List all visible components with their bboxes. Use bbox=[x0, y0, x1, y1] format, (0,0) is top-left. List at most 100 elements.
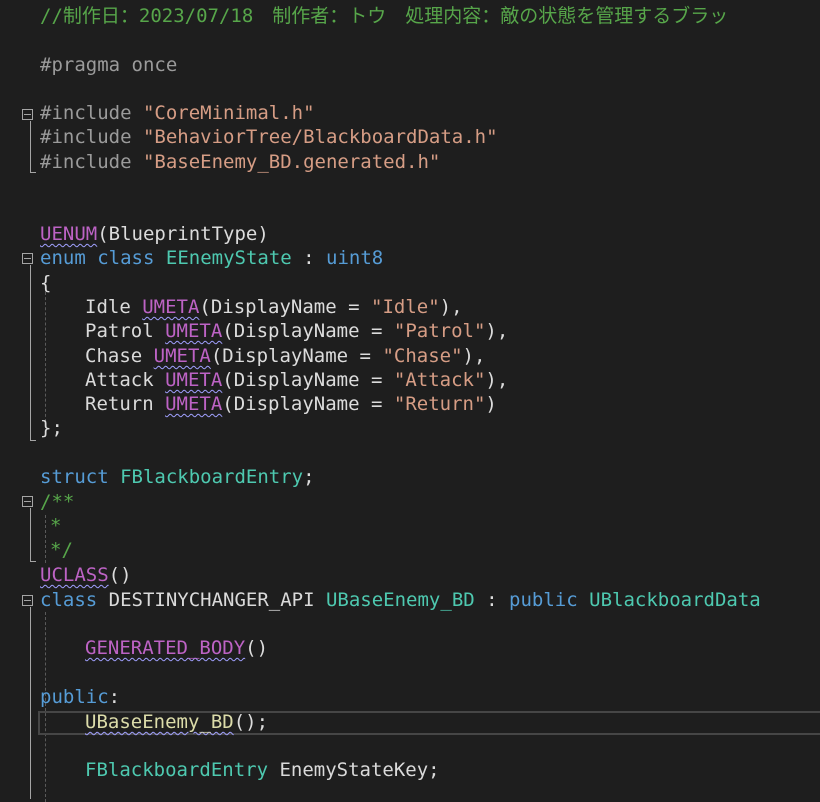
include-directive: #include bbox=[40, 151, 143, 173]
outline-bracket-end bbox=[30, 561, 36, 562]
macro-args: (DisplayName = bbox=[222, 393, 394, 415]
macro-name: UMETA bbox=[165, 393, 223, 415]
code-line-5: #include "CoreMinimal.h" bbox=[40, 101, 315, 125]
include-path: "BehaviorTree/BlackboardData.h" bbox=[142, 126, 498, 148]
enum-value: Chase bbox=[85, 345, 154, 367]
punctuation: ), bbox=[485, 369, 509, 391]
macro-name: GENERATED_BODY bbox=[85, 637, 246, 659]
class-name: UBaseEnemy_BD bbox=[325, 589, 475, 611]
collapse-comment-block-icon[interactable] bbox=[22, 496, 33, 507]
code-line-23: */ bbox=[40, 538, 73, 562]
include-path: "BaseEnemy_BD.generated.h" bbox=[142, 151, 441, 173]
macro-args: (DisplayName = bbox=[199, 296, 371, 318]
macro-args: (DisplayName = bbox=[222, 369, 394, 391]
outline-bracket-end bbox=[30, 172, 36, 173]
code-line-25: class DESTINYCHANGER_API UBaseEnemy_BD :… bbox=[40, 588, 761, 612]
code-editor[interactable]: //制作日：2023/07/18 制作者：トウ 処理内容：敵の状態を管理するブラ… bbox=[0, 0, 820, 802]
punctuation: ) bbox=[485, 393, 497, 415]
code-line-22: * bbox=[40, 514, 61, 538]
struct-name: FBlackboardEntry bbox=[120, 466, 304, 488]
code-line-1: //制作日：2023/07/18 制作者：トウ 処理内容：敵の状態を管理するブラ… bbox=[40, 4, 728, 28]
macro-name: UMETA bbox=[165, 369, 223, 391]
api-macro: DESTINYCHANGER_API bbox=[97, 589, 326, 611]
pragma-directive: #pragma once bbox=[40, 54, 178, 76]
doc-comment: /** bbox=[40, 491, 75, 513]
doc-comment: * bbox=[50, 515, 62, 537]
code-line-20: struct FBlackboardEntry; bbox=[40, 465, 315, 489]
code-line-14: Patrol UMETA(DisplayName = "Patrol"), bbox=[40, 319, 508, 343]
code-line-13: Idle UMETA(DisplayName = "Idle"), bbox=[40, 295, 463, 319]
punctuation: : bbox=[108, 686, 121, 708]
collapse-include-block-icon[interactable] bbox=[22, 109, 33, 120]
keyword: public bbox=[40, 686, 109, 708]
punctuation: ), bbox=[485, 320, 509, 342]
keyword: class bbox=[40, 589, 98, 611]
punctuation: () bbox=[245, 637, 269, 659]
outline-bracket-end bbox=[30, 440, 36, 441]
include-path: "CoreMinimal.h" bbox=[142, 102, 315, 124]
string-literal: "Patrol" bbox=[393, 320, 486, 342]
collapse-class-block-icon[interactable] bbox=[22, 595, 33, 606]
punctuation: (); bbox=[233, 711, 269, 733]
doc-comment: */ bbox=[50, 539, 73, 561]
base-class-name: UBlackboardData bbox=[589, 589, 761, 611]
enum-value: Patrol bbox=[85, 320, 166, 342]
punctuation: ; bbox=[303, 466, 315, 488]
code-line-29: public: bbox=[40, 685, 120, 709]
code-line-27: GENERATED_BODY() bbox=[40, 636, 268, 660]
code-line-18: }; bbox=[40, 416, 63, 440]
macro-args: (DisplayName = bbox=[222, 320, 394, 342]
string-literal: "Idle" bbox=[371, 296, 440, 318]
string-literal: "Attack" bbox=[393, 369, 486, 391]
macro-name: UMETA bbox=[165, 320, 223, 342]
code-line-3: #pragma once bbox=[40, 53, 177, 77]
constructor-name: UBaseEnemy_BD bbox=[85, 711, 234, 733]
keyword: uint8 bbox=[326, 247, 384, 269]
macro-args: (BlueprintType) bbox=[97, 223, 269, 245]
punctuation: { bbox=[40, 272, 52, 294]
punctuation: : bbox=[474, 589, 510, 611]
type-name: FBlackboardEntry bbox=[85, 759, 269, 781]
include-directive: #include bbox=[40, 102, 143, 124]
collapse-enum-block-icon[interactable] bbox=[22, 253, 33, 264]
code-line-6: #include "BehaviorTree/BlackboardData.h" bbox=[40, 125, 498, 149]
enum-value: Attack bbox=[85, 369, 166, 391]
include-directive: #include bbox=[40, 126, 143, 148]
code-line-16: Attack UMETA(DisplayName = "Attack"), bbox=[40, 368, 508, 392]
macro-args: (DisplayName = bbox=[210, 345, 383, 367]
macro-name: UENUM bbox=[40, 223, 98, 245]
enum-type-name: EEnemyState bbox=[165, 247, 292, 269]
code-line-10: UENUM(BlueprintType) bbox=[40, 222, 269, 246]
code-line-21: /** bbox=[40, 490, 74, 514]
punctuation: ), bbox=[462, 345, 486, 367]
keyword: struct bbox=[40, 466, 109, 488]
macro-name: UMETA bbox=[153, 345, 211, 367]
enum-value: Idle bbox=[85, 296, 143, 318]
outline-bracket-line bbox=[30, 265, 31, 441]
code-line-12: { bbox=[40, 271, 51, 295]
enum-value: Return bbox=[85, 393, 166, 415]
punctuation: () bbox=[108, 564, 132, 586]
macro-name: UCLASS bbox=[40, 564, 109, 586]
keyword: public bbox=[509, 589, 578, 611]
punctuation: ), bbox=[439, 296, 463, 318]
string-literal: "Return" bbox=[393, 393, 486, 415]
punctuation: : bbox=[291, 247, 327, 269]
comment-text: //制作日：2023/07/18 制作者：トウ 処理内容：敵の状態を管理するブラ… bbox=[40, 5, 729, 27]
outline-bracket-line bbox=[30, 508, 31, 562]
macro-name: UMETA bbox=[142, 296, 200, 318]
string-literal: "Chase" bbox=[382, 345, 463, 367]
outline-bracket-line bbox=[30, 607, 31, 799]
code-line-17: Return UMETA(DisplayName = "Return") bbox=[40, 392, 497, 416]
code-line-15: Chase UMETA(DisplayName = "Chase"), bbox=[40, 344, 485, 368]
punctuation: }; bbox=[40, 417, 63, 439]
code-line-32: FBlackboardEntry EnemyStateKey; bbox=[40, 758, 440, 782]
keyword: enum bbox=[40, 247, 86, 269]
code-line-11: enum class EEnemyState : uint8 bbox=[40, 246, 383, 270]
keyword: class bbox=[97, 247, 155, 269]
code-line-30: UBaseEnemy_BD(); bbox=[40, 710, 268, 734]
